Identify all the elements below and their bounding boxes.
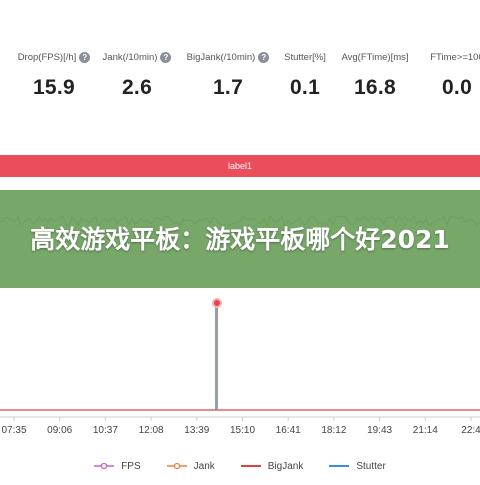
x-tick-label: 22:4 [461, 425, 480, 436]
stat-value: 0.1 [289, 76, 321, 99]
x-tick-label: 19:43 [367, 425, 392, 436]
legend-label: BigJank [267, 460, 304, 472]
stat-value: 1.7 [212, 76, 244, 99]
x-ticks: 07:35 09:06 10:37 12:08 13:39 15:10 16:41 18:12… [1, 417, 480, 436]
help-icon[interactable]: ? [160, 52, 172, 63]
stats-panel: Drop(FPS)[/h]? 15.9 Jank(/10min)? 2.6 Bi… [0, 0, 480, 130]
legend-item-bigjank[interactable]: BigJank [240, 460, 304, 472]
title-overlay: 高效游戏平板：游戏平板哪个好2021 [0, 190, 480, 288]
legend-item-stutter[interactable]: Stutter [329, 460, 386, 472]
stat-label: Avg(FTime)[ms] [341, 52, 409, 63]
legend-marker-stutter [329, 465, 350, 467]
stat-avg-ftime: Avg(FTime)[ms] 16.8 [336, 52, 414, 100]
legend-item-jank[interactable]: Jank [166, 460, 215, 472]
help-icon[interactable]: ? [79, 52, 91, 63]
stat-label: FTime>=100 [430, 52, 480, 63]
stat-bigjank: BigJank(/10min)? 1.7 [183, 52, 273, 100]
overlay-title: 高效游戏平板：游戏平板哪个好2021 [30, 224, 450, 254]
stat-drop-fps: Drop(FPS)[/h]? 15.9 [14, 52, 94, 100]
x-tick-label: 18:12 [321, 425, 346, 436]
chart-legend: FPS Jank BigJank Stutter [0, 456, 480, 476]
help-icon[interactable]: ? [258, 52, 270, 63]
legend-item-fps[interactable]: FPS [94, 460, 141, 472]
stat-label: BigJank(/10min) [186, 52, 256, 63]
stat-label: Stutter[%] [284, 52, 326, 63]
stat-value: 0.0 [441, 76, 473, 99]
x-tick-label: 15:10 [230, 425, 255, 436]
x-tick-label: 09:06 [47, 425, 72, 436]
stat-label: Jank(/10min) [102, 52, 158, 63]
label-bar[interactable]: label1 [0, 155, 480, 177]
stat-value: 2.6 [121, 76, 153, 99]
stat-value: 16.8 [353, 76, 397, 99]
legend-marker-fps [94, 462, 115, 470]
x-tick-label: 16:41 [276, 425, 301, 436]
legend-label: Stutter [356, 460, 386, 472]
spike-marker[interactable] [212, 298, 222, 308]
x-tick-label: 13:39 [184, 425, 209, 436]
stat-label: Drop(FPS)[/h] [17, 52, 77, 63]
stat-jank: Jank(/10min)? 2.6 [100, 52, 174, 100]
x-tick-label: 21:14 [413, 425, 438, 436]
stat-stutter: Stutter[%] 0.1 [280, 52, 330, 100]
stat-ftime-100: FTime>=100 0.0 [418, 52, 480, 100]
legend-label: Jank [193, 460, 215, 472]
legend-marker-bigjank [240, 465, 261, 467]
stat-value: 15.9 [32, 76, 76, 99]
x-tick-label: 07:35 [1, 425, 26, 436]
legend-label: FPS [121, 460, 141, 472]
x-tick-label: 12:08 [139, 425, 164, 436]
x-tick-label: 10:37 [93, 425, 118, 436]
legend-marker-jank [166, 462, 187, 470]
